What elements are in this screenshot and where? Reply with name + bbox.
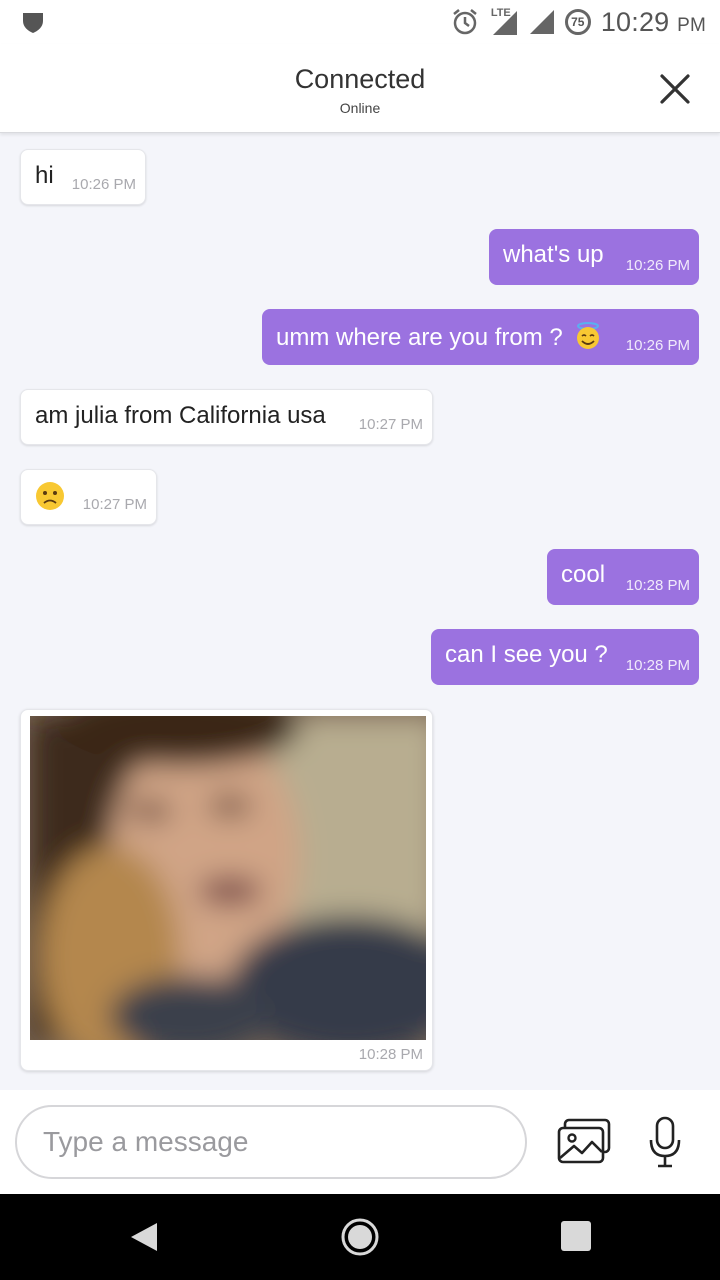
chat-title: Connected bbox=[294, 64, 426, 94]
slightly-frowning-face-emoji-icon bbox=[36, 482, 64, 510]
message-incoming[interactable]: hi 10:26 PM bbox=[20, 149, 146, 205]
blurred-photo-image bbox=[30, 716, 426, 1040]
smiling-face-with-halo-emoji-icon bbox=[577, 322, 600, 349]
message-outgoing[interactable]: what's up 10:26 PM bbox=[489, 229, 699, 285]
microphone-icon[interactable] bbox=[648, 1116, 682, 1168]
message-incoming[interactable]: 10:27 PM bbox=[20, 469, 157, 525]
message-text: cool bbox=[561, 561, 606, 588]
message-content bbox=[35, 481, 65, 518]
message-time: 10:27 PM bbox=[82, 496, 147, 513]
message-incoming-image[interactable]: 10:28 PM bbox=[20, 709, 433, 1071]
message-input[interactable] bbox=[15, 1105, 527, 1179]
message-time: 10:26 PM bbox=[625, 337, 690, 354]
recent-apps-icon[interactable] bbox=[561, 1221, 591, 1251]
signal-icon bbox=[529, 10, 554, 34]
lte-signal-icon: LTE bbox=[489, 7, 519, 35]
message-outgoing[interactable]: cool 10:28 PM bbox=[547, 549, 699, 605]
message-incoming[interactable]: am julia from California usa 10:27 PM bbox=[20, 389, 433, 445]
chat-header: Connected Online bbox=[0, 44, 720, 133]
message-text: umm where are you from ? bbox=[276, 324, 563, 351]
message-outgoing[interactable]: can I see you ? 10:28 PM bbox=[431, 629, 699, 685]
shield-icon bbox=[23, 13, 43, 33]
chat-status: Online bbox=[339, 100, 381, 116]
message-time: 10:28 PM bbox=[625, 577, 690, 594]
message-list: hi 10:26 PM what's up 10:26 PM umm where… bbox=[0, 134, 720, 1090]
composer-bar bbox=[0, 1090, 720, 1194]
status-time: 10:29 PM bbox=[600, 6, 706, 37]
message-time: 10:26 PM bbox=[625, 257, 690, 274]
message-time: 10:27 PM bbox=[358, 416, 423, 433]
message-time: 10:28 PM bbox=[358, 1046, 423, 1063]
message-outgoing[interactable]: umm where are you from ? 10:26 PM bbox=[262, 309, 699, 365]
status-bar: LTE 75 10:29 PM bbox=[0, 0, 720, 44]
back-icon[interactable] bbox=[128, 1221, 160, 1253]
message-text: hi bbox=[35, 162, 54, 189]
close-icon[interactable] bbox=[658, 72, 692, 106]
battery-icon: 75 bbox=[564, 9, 591, 35]
shared-photo[interactable] bbox=[30, 716, 426, 1040]
status-icons: LTE 75 10:29 PM bbox=[451, 4, 706, 40]
message-time: 10:26 PM bbox=[71, 176, 136, 193]
message-text: what's up bbox=[503, 241, 604, 268]
message-time: 10:28 PM bbox=[625, 657, 690, 674]
message-text: am julia from California usa bbox=[35, 402, 326, 429]
system-nav-bar bbox=[0, 1194, 720, 1280]
alarm-icon bbox=[453, 9, 477, 35]
gallery-icon[interactable] bbox=[556, 1118, 612, 1166]
message-text: can I see you ? bbox=[445, 641, 608, 668]
message-content: umm where are you from ? bbox=[276, 321, 603, 352]
home-icon[interactable] bbox=[340, 1217, 380, 1257]
